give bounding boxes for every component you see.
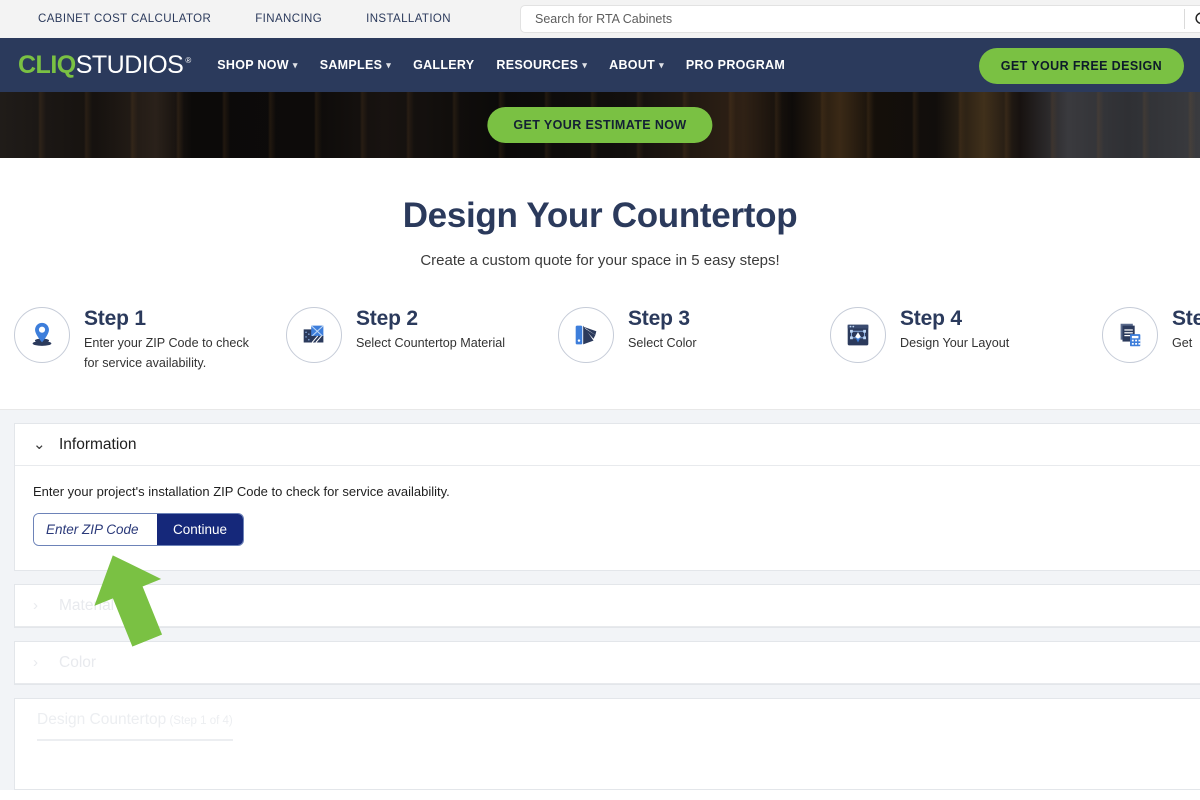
panel-header-information[interactable]: ⌄ Information bbox=[15, 424, 1200, 467]
search-bar[interactable] bbox=[520, 5, 1200, 33]
panel-title: Material bbox=[59, 596, 115, 614]
step-title: Step 3 bbox=[628, 307, 690, 330]
page-title: Design Your Countertop bbox=[402, 196, 798, 235]
step-text: Step 3 Select Color bbox=[628, 303, 697, 354]
material-samples-icon bbox=[303, 325, 324, 343]
logo-trademark-icon: ® bbox=[185, 55, 192, 65]
search-input[interactable] bbox=[521, 6, 1184, 32]
nav-label: RESOURCES bbox=[496, 58, 579, 72]
accordion-gap bbox=[0, 628, 1200, 642]
site-logo[interactable]: CLIQ STUDIOS ® bbox=[18, 51, 191, 80]
logo-primary: CLIQ bbox=[18, 50, 76, 79]
nav-label: SAMPLES bbox=[319, 58, 383, 72]
logo-secondary: STUDIOS bbox=[75, 50, 184, 79]
nav-item-gallery[interactable]: GALLERY bbox=[413, 58, 474, 72]
nav-label: SHOP NOW bbox=[217, 58, 289, 72]
step-item-1: Step 1 Enter your ZIP Code to check for … bbox=[14, 303, 286, 373]
utility-link-cabinet-cost-calculator[interactable]: CABINET COST CALCULATOR bbox=[38, 13, 211, 25]
nav-label: GALLERY bbox=[413, 58, 475, 72]
step-title: Step 4 bbox=[900, 307, 962, 330]
zip-input-group: Continue bbox=[33, 513, 245, 547]
continue-button[interactable]: Continue bbox=[157, 514, 244, 546]
search-icon bbox=[1194, 11, 1200, 24]
step-icon-circle bbox=[14, 307, 70, 363]
chevron-down-icon: ▾ bbox=[659, 59, 664, 70]
tab-step-counter: (Step 1 of 4) bbox=[166, 715, 233, 728]
map-pin-icon bbox=[32, 322, 52, 346]
step-item-4: Step 4 Design Your Layout bbox=[830, 303, 1102, 363]
nav-label: ABOUT bbox=[609, 58, 656, 72]
steps-list: Step 1 Enter your ZIP Code to check for … bbox=[0, 303, 1200, 373]
nav-item-shop-now[interactable]: SHOP NOW ▾ bbox=[217, 58, 297, 72]
step-description: Design Your Layout bbox=[900, 336, 1010, 351]
tab-design-countertop: Design Countertop (Step 1 of 4) bbox=[37, 711, 233, 742]
document-calculator-icon bbox=[1120, 323, 1141, 347]
step-icon-circle bbox=[286, 307, 342, 363]
main-navigation: CLIQ STUDIOS ® SHOP NOW ▾ SAMPLES ▾ GALLER… bbox=[0, 38, 1200, 92]
panel-title: Color bbox=[59, 653, 97, 671]
panel-header-material: › Material bbox=[15, 585, 1200, 628]
get-free-design-button[interactable]: GET YOUR FREE DESIGN bbox=[978, 47, 1184, 84]
tab-row: Design Countertop (Step 1 of 4) bbox=[15, 699, 1200, 742]
nav-label: PRO PROGRAM bbox=[685, 58, 786, 72]
step-description: Select Countertop Material bbox=[356, 336, 506, 351]
panel-header-color: › Color bbox=[15, 642, 1200, 685]
color-fan-icon bbox=[575, 325, 597, 345]
tab-label: Design Countertop bbox=[37, 711, 167, 729]
get-estimate-now-button[interactable]: GET YOUR ESTIMATE NOW bbox=[487, 107, 713, 143]
page-wrapper: CABINET COST CALCULATOR FINANCING INSTAL… bbox=[0, 0, 1200, 791]
panel-color: › Color bbox=[14, 641, 1200, 686]
step-title: Step 5 bbox=[1172, 307, 1200, 330]
step-description: Enter your ZIP Code to check for service… bbox=[84, 336, 249, 370]
page-subtitle: Create a custom quote for your space in … bbox=[420, 252, 780, 269]
step-description: Get bbox=[1172, 336, 1193, 351]
accordion-gap bbox=[0, 685, 1200, 699]
hero-banner: GET YOUR ESTIMATE NOW bbox=[0, 92, 1200, 158]
step-text: Step 2 Select Countertop Material bbox=[356, 303, 505, 354]
chevron-right-icon: › bbox=[33, 597, 38, 615]
panel-information: ⌄ Information Enter your project's insta… bbox=[14, 423, 1200, 572]
utility-link-financing[interactable]: FINANCING bbox=[255, 13, 322, 25]
nav-item-about[interactable]: ABOUT ▾ bbox=[609, 58, 664, 72]
step-title: Step 1 bbox=[84, 307, 146, 330]
nav-item-samples[interactable]: SAMPLES ▾ bbox=[320, 58, 391, 72]
step-description: Select Color bbox=[628, 336, 697, 351]
utility-link-installation[interactable]: INSTALLATION bbox=[366, 13, 451, 25]
panel-material: › Material bbox=[14, 584, 1200, 629]
step-item-3: Step 3 Select Color bbox=[558, 303, 830, 363]
nav-item-resources[interactable]: RESOURCES ▾ bbox=[496, 58, 587, 72]
zip-code-input[interactable] bbox=[34, 514, 157, 546]
search-button[interactable] bbox=[1185, 6, 1200, 32]
nav-item-pro-program[interactable]: PRO PROGRAM bbox=[686, 58, 785, 72]
panel-title: Information bbox=[59, 435, 137, 453]
accordion-gap bbox=[0, 571, 1200, 585]
step-icon-circle bbox=[830, 307, 886, 363]
step-text: Step 4 Design Your Layout bbox=[900, 303, 1009, 354]
chevron-down-icon: ▾ bbox=[582, 59, 588, 70]
step-text: Step 1 Enter your ZIP Code to check for … bbox=[84, 303, 264, 373]
utility-bar: CABINET COST CALCULATOR FINANCING INSTAL… bbox=[0, 0, 1200, 38]
step-item-5: Step 5 Get bbox=[1102, 303, 1200, 363]
zip-help-text: Enter your project's installation ZIP Co… bbox=[33, 484, 450, 500]
chevron-down-icon: ⌄ bbox=[33, 436, 46, 454]
configurator: ⌄ Information Enter your project's insta… bbox=[0, 409, 1200, 791]
page-heading-block: Design Your Countertop Create a custom q… bbox=[0, 158, 1200, 269]
chevron-right-icon: › bbox=[33, 654, 38, 672]
chevron-down-icon: ▾ bbox=[292, 59, 298, 70]
pen-tool-window-icon bbox=[847, 324, 869, 346]
step-icon-circle bbox=[558, 307, 614, 363]
chevron-down-icon: ▾ bbox=[386, 59, 392, 70]
step-text: Step 5 Get bbox=[1172, 303, 1200, 354]
step-icon-circle bbox=[1102, 307, 1158, 363]
step-item-2: Step 2 Select Countertop Material bbox=[286, 303, 558, 363]
design-countertop-tabs-panel: Design Countertop (Step 1 of 4) bbox=[14, 698, 1200, 791]
panel-body-information: Enter your project's installation ZIP Co… bbox=[15, 466, 1200, 570]
step-title: Step 2 bbox=[356, 307, 418, 330]
